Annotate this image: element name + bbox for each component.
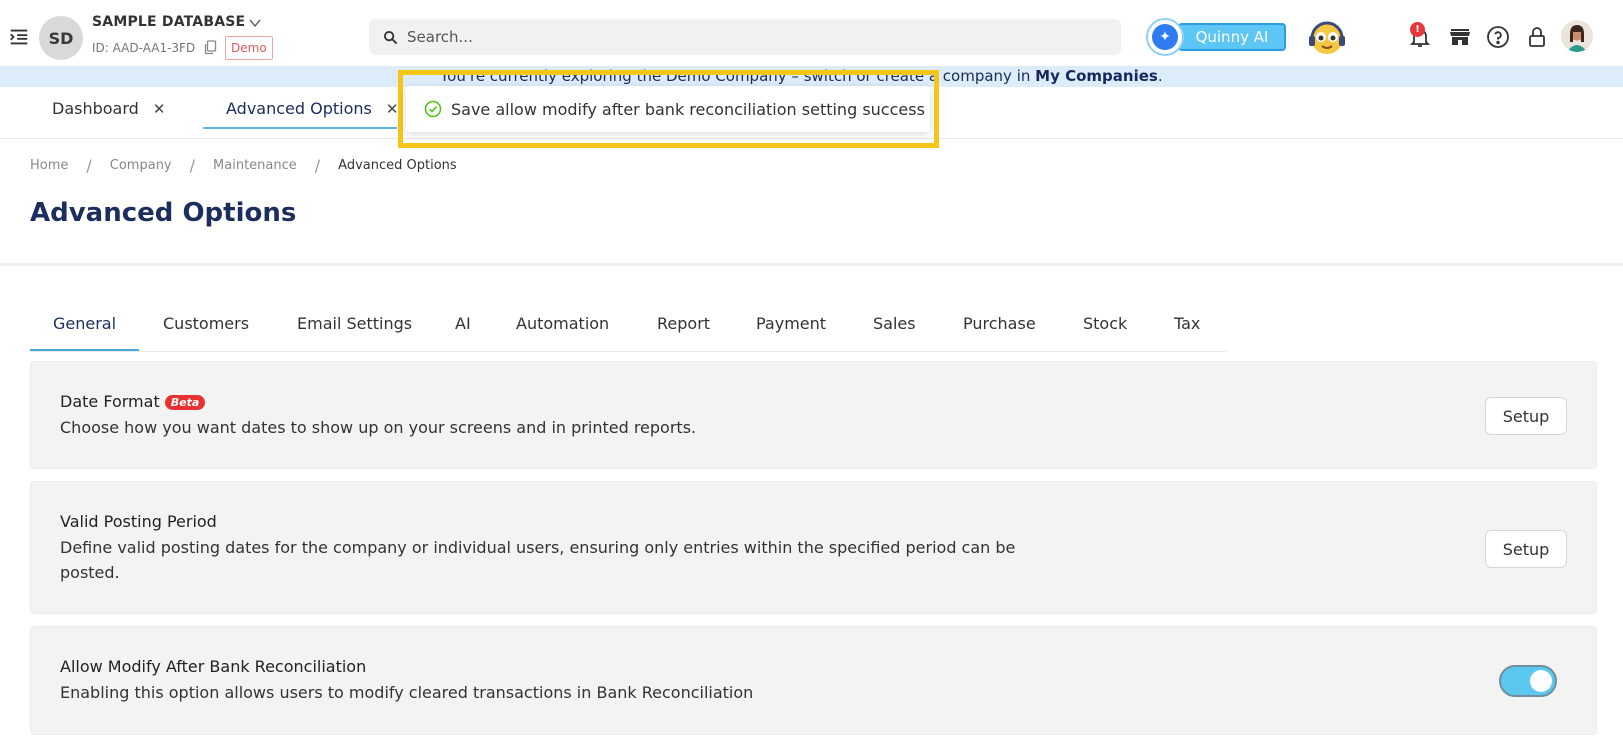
active-tab-indicator — [203, 127, 397, 129]
banner-suffix: . — [1157, 67, 1163, 85]
top-header: SD SAMPLE DATABASE ID: AAD-AA1-3FD Demo … — [0, 0, 1623, 66]
search-icon — [383, 30, 398, 44]
card-title: Allow Modify After Bank Reconciliation — [60, 657, 367, 676]
breadcrumb: Home / Company / Maintenance / Advanced … — [30, 156, 457, 175]
page-title: Advanced Options — [30, 198, 297, 228]
tab-dashboard[interactable]: Dashboard ✕ — [52, 87, 165, 130]
my-companies-link[interactable]: My Companies — [1035, 67, 1158, 85]
date-format-card: Date Format Beta Choose how you want date… — [30, 361, 1597, 469]
valid-posting-period-card: Valid Posting Period Define valid postin… — [30, 481, 1597, 614]
breadcrumb-maintenance[interactable]: Maintenance — [213, 158, 297, 173]
tab-advanced-options[interactable]: Advanced Options ✕ — [226, 87, 398, 130]
description-line: Define valid posting dates for the compa… — [60, 538, 1016, 557]
breadcrumb-company[interactable]: Company — [110, 158, 172, 173]
tab-general[interactable]: General — [53, 310, 116, 351]
settings-tabs: General Customers Email Settings AI Auto… — [30, 310, 1226, 352]
store-icon[interactable] — [1448, 25, 1472, 49]
date-format-setup-button[interactable]: Setup — [1485, 397, 1567, 435]
tab-payment[interactable]: Payment — [756, 310, 826, 351]
support-mascot-icon[interactable] — [1306, 16, 1348, 58]
card-description: Choose how you want dates to show up on … — [60, 418, 697, 437]
company-avatar[interactable]: SD — [39, 16, 83, 60]
check-circle-icon — [424, 100, 442, 118]
breadcrumb-home[interactable]: Home — [30, 158, 68, 173]
quinny-ai-button[interactable]: Quinny AI ✦ — [1146, 18, 1288, 56]
chevron-down-icon[interactable] — [248, 15, 262, 29]
breadcrumb-current: Advanced Options — [338, 158, 457, 173]
search-bar[interactable] — [369, 19, 1121, 55]
user-avatar[interactable] — [1561, 20, 1593, 52]
database-id: ID: AAD-AA1-3FD — [92, 41, 196, 55]
menu-toggle-icon[interactable] — [8, 26, 30, 48]
notification-badge: ! — [1410, 22, 1425, 37]
tab-customers[interactable]: Customers — [163, 310, 249, 351]
breadcrumb-separator: / — [189, 156, 196, 175]
toggle-knob — [1530, 670, 1552, 692]
success-toast: Save allow modify after bank reconciliat… — [406, 86, 930, 132]
quinny-ai-icon: ✦ — [1146, 18, 1184, 56]
copy-icon[interactable] — [204, 40, 217, 55]
allow-modify-toggle[interactable] — [1499, 665, 1557, 697]
card-title: Valid Posting Period — [60, 512, 217, 531]
tab-tax[interactable]: Tax — [1174, 310, 1200, 351]
active-settings-tab-indicator — [30, 349, 139, 351]
tab-label: Advanced Options — [226, 99, 372, 118]
date-format-title: Date Format — [60, 392, 160, 411]
description-line: posted. — [60, 563, 120, 582]
tab-email-settings[interactable]: Email Settings — [297, 310, 412, 351]
close-icon[interactable]: ✕ — [386, 100, 399, 118]
database-name[interactable]: SAMPLE DATABASE — [92, 14, 245, 30]
tab-purchase[interactable]: Purchase — [963, 310, 1036, 351]
divider — [0, 263, 1623, 266]
tab-label: Dashboard — [52, 99, 139, 118]
search-input[interactable] — [407, 28, 1087, 46]
tab-sales[interactable]: Sales — [873, 310, 916, 351]
allow-modify-bank-reconciliation-card: Allow Modify After Bank Reconciliation E… — [30, 626, 1597, 735]
demo-badge: Demo — [225, 36, 273, 60]
tab-ai[interactable]: AI — [455, 310, 471, 351]
close-icon[interactable]: ✕ — [153, 100, 166, 118]
tab-automation[interactable]: Automation — [516, 310, 609, 351]
card-description: Define valid posting dates for the compa… — [60, 535, 1015, 585]
lock-icon[interactable] — [1525, 25, 1549, 49]
breadcrumb-separator: / — [314, 156, 321, 175]
quinny-ai-label: Quinny AI — [1178, 23, 1286, 51]
tab-stock[interactable]: Stock — [1083, 310, 1127, 351]
breadcrumb-separator: / — [86, 156, 92, 175]
card-title: Date Format Beta — [60, 392, 206, 411]
card-description: Enabling this option allows users to mod… — [60, 683, 754, 702]
tab-report[interactable]: Report — [657, 310, 710, 351]
valid-posting-period-setup-button[interactable]: Setup — [1485, 530, 1567, 568]
beta-badge: Beta — [164, 395, 206, 410]
help-icon[interactable] — [1486, 25, 1510, 49]
toast-message: Save allow modify after bank reconciliat… — [451, 99, 925, 119]
